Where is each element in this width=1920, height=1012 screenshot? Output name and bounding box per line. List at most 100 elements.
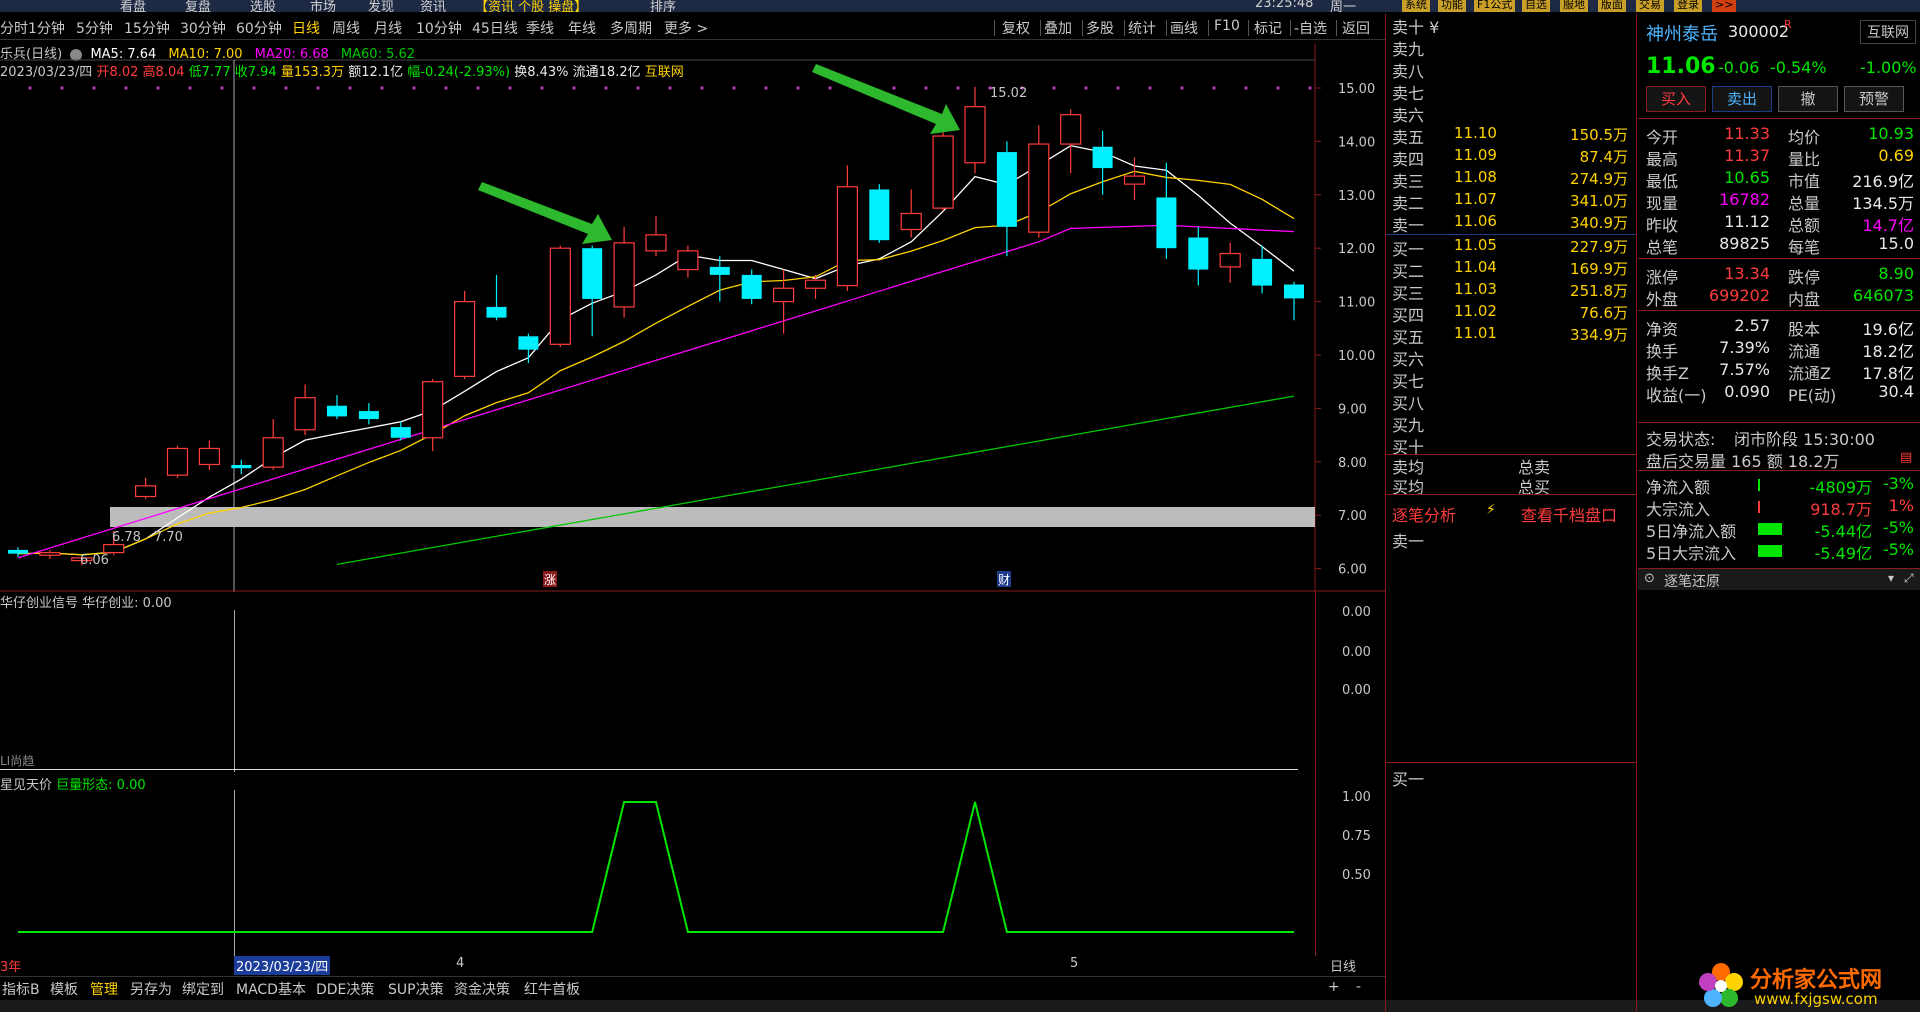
bind-to-tab[interactable]: 绑定到 xyxy=(182,979,224,999)
level-price: 11.05 xyxy=(1454,236,1497,254)
top-menu-bar: 看盘 复盘 选股 市场 发现 资讯 【资讯 个股 操盘】 排序 23:25:48… xyxy=(0,0,1920,12)
menu-zixun[interactable]: 资讯 xyxy=(420,0,446,12)
menu-paixu[interactable]: 排序 xyxy=(650,0,676,12)
zoom-in-button[interactable]: + xyxy=(1328,979,1340,995)
function-button[interactable]: 功能 xyxy=(1438,0,1466,12)
buy-level-row[interactable]: 买八 xyxy=(1386,390,1636,413)
sup-tab[interactable]: SUP决策 xyxy=(388,979,444,999)
buy-level-row[interactable]: 买一 11.05 227.9万 xyxy=(1386,236,1636,259)
chart-icon[interactable]: ▤ xyxy=(1900,450,1912,465)
restore-rights-button[interactable]: 复权 xyxy=(1002,18,1030,38)
trade-button[interactable]: 交易 xyxy=(1636,0,1664,12)
buy-button[interactable]: 买入 xyxy=(1646,86,1706,112)
menu-shichang[interactable]: 市场 xyxy=(310,0,336,12)
ma-value-b: 7.70 xyxy=(154,530,183,545)
zoom-out-button[interactable]: - xyxy=(1356,979,1361,995)
period-monthly[interactable]: 月线 xyxy=(374,18,402,38)
sector-label[interactable]: 互联网 xyxy=(1860,20,1916,44)
sell-level-row[interactable]: 卖四 11.09 87.4万 xyxy=(1386,146,1636,169)
period-daily[interactable]: 日线 xyxy=(292,18,320,38)
save-as-tab[interactable]: 另存为 xyxy=(130,979,172,999)
period-intraday[interactable]: 分时 xyxy=(0,18,28,38)
template-tab[interactable]: 模板 xyxy=(50,979,78,999)
menu-xuangu[interactable]: 选股 xyxy=(250,0,276,12)
expand-icon[interactable]: ⤢ xyxy=(1904,571,1914,586)
indicator-b-tab[interactable]: 指标B xyxy=(2,979,40,999)
multi-stock-button[interactable]: 多股 xyxy=(1086,18,1114,38)
stock-name[interactable]: 神州泰岳 xyxy=(1646,20,1718,46)
buy-level-row[interactable]: 买七 xyxy=(1386,368,1636,391)
tick-restore-header[interactable]: ⊙ 逐笔还原 ▾ ⤢ xyxy=(1638,568,1920,590)
period-15min[interactable]: 15分钟 xyxy=(124,18,170,38)
separator xyxy=(994,20,995,36)
sell-button[interactable]: 卖出 xyxy=(1712,86,1772,112)
view-depth-link[interactable]: 查看千档盘口 xyxy=(1521,502,1617,526)
period-quarterly[interactable]: 季线 xyxy=(526,18,554,38)
watchlist-button[interactable]: 自选 xyxy=(1522,0,1550,12)
menu-zixun-group[interactable]: 【资讯 个股 操盘】 xyxy=(475,0,587,12)
sell-level-row[interactable]: 卖六 xyxy=(1386,102,1636,125)
fund-tab[interactable]: 资金决策 xyxy=(454,979,510,999)
filter-icon[interactable]: ▾ xyxy=(1888,571,1894,585)
collapse-icon[interactable]: ⊙ xyxy=(1644,571,1655,586)
draw-line-button[interactable]: 画线 xyxy=(1170,18,1198,38)
period-5min[interactable]: 5分钟 xyxy=(76,18,113,38)
separator xyxy=(1208,20,1209,36)
manage-tab[interactable]: 管理 xyxy=(90,979,118,999)
candle-body xyxy=(39,551,61,556)
more-button[interactable]: >> xyxy=(1712,0,1737,12)
buy-level-row[interactable]: 买四 11.02 76.6万 xyxy=(1386,302,1636,325)
period-60min[interactable]: 60分钟 xyxy=(236,18,282,38)
menu-kanpan[interactable]: 看盘 xyxy=(120,0,146,12)
buy-level-row[interactable]: 买十 xyxy=(1386,434,1636,457)
back-button[interactable]: 返回 xyxy=(1342,18,1370,38)
level-volume: 340.9万 xyxy=(1570,214,1628,232)
cancel-order-button[interactable]: 撤 xyxy=(1778,86,1838,112)
flow-label: 净流入额 xyxy=(1646,478,1711,497)
dde-tab[interactable]: DDE决策 xyxy=(316,979,374,999)
menu-faxian[interactable]: 发现 xyxy=(368,0,394,12)
period-multi[interactable]: 多周期 xyxy=(610,18,652,38)
period-weekly[interactable]: 周线 xyxy=(332,18,360,38)
sell-level-row[interactable]: 卖八 xyxy=(1386,58,1636,81)
layout-button[interactable]: 版面 xyxy=(1598,0,1626,12)
red-bull-tab[interactable]: 红牛首板 xyxy=(524,979,580,999)
tick-analysis-link[interactable]: 逐笔分析 xyxy=(1392,502,1456,526)
period-more[interactable]: 更多 > xyxy=(664,18,708,38)
buy-level-row[interactable]: 买二 11.04 169.9万 xyxy=(1386,258,1636,281)
add-watch-button[interactable]: -自选 xyxy=(1294,18,1327,38)
login-button[interactable]: 登录 xyxy=(1674,0,1702,12)
service-button[interactable]: 服地 xyxy=(1560,0,1588,12)
sell-level-row[interactable]: 卖七 xyxy=(1386,80,1636,103)
mark-button[interactable]: 标记 xyxy=(1254,18,1282,38)
f1-formula-button[interactable]: F1公式 xyxy=(1474,0,1516,12)
buy-level-row[interactable]: 买九 xyxy=(1386,412,1636,435)
indicator-panel-1[interactable]: 华仔创业信号 华仔创业: 0.00 0.00 0.00 0.00 LI尚趋 xyxy=(0,592,1385,772)
candle-body xyxy=(582,248,603,299)
sell-level-row[interactable]: 卖一 11.06 340.9万 xyxy=(1386,212,1636,235)
alert-button[interactable]: 预警 xyxy=(1844,86,1904,112)
f10-button[interactable]: F10 xyxy=(1214,18,1240,34)
macd-tab[interactable]: MACD基本 xyxy=(236,979,306,999)
candle-body xyxy=(836,186,859,287)
main-candlestick-chart[interactable]: 15.00 14.00 13.00 12.00 11.00 10.00 9.00 8.00 7.… xyxy=(0,44,1385,592)
sell-level-row[interactable]: 卖三 11.08 274.9万 xyxy=(1386,168,1636,191)
period-30min[interactable]: 30分钟 xyxy=(180,18,226,38)
statistics-button[interactable]: 统计 xyxy=(1128,18,1156,38)
sell-level-row[interactable]: 卖五 11.10 150.5万 xyxy=(1386,124,1636,147)
level-label: 卖七 xyxy=(1392,84,1425,103)
level-volume: 87.4万 xyxy=(1579,148,1628,166)
system-button[interactable]: 系统 xyxy=(1402,0,1430,12)
buy-level-row[interactable]: 买三 11.03 251.8万 xyxy=(1386,280,1636,303)
overlay-button[interactable]: 叠加 xyxy=(1044,18,1072,38)
period-45day[interactable]: 45日线 xyxy=(472,18,518,38)
menu-fupan[interactable]: 复盘 xyxy=(185,0,211,12)
buy-level-row[interactable]: 买五 11.01 334.9万 xyxy=(1386,324,1636,347)
period-1min[interactable]: 1分钟 xyxy=(28,18,65,38)
period-yearly[interactable]: 年线 xyxy=(568,18,596,38)
sell-level-row[interactable]: 卖二 11.07 341.0万 xyxy=(1386,190,1636,213)
indicator-panel-2[interactable]: 星见天价 巨量形态: 0.00 1.00 0.75 0.50 xyxy=(0,772,1385,956)
buy-level-row[interactable]: 买六 xyxy=(1386,346,1636,369)
sell-level-row[interactable]: 卖九 xyxy=(1386,36,1636,59)
period-10min[interactable]: 10分钟 xyxy=(416,18,462,38)
